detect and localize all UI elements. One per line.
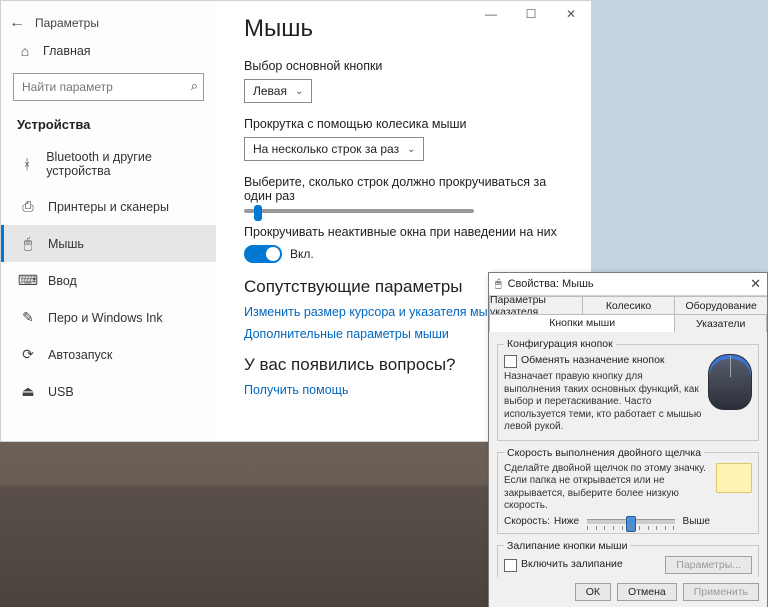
sidebar-item-autoplay[interactable]: ⟳ Автозапуск [1,336,216,373]
window-title: Параметры [35,16,99,30]
tab-buttons[interactable]: Кнопки мыши [489,314,674,332]
group-doubleclick-speed: Скорость выполнения двойного щелчка Сдел… [497,447,759,534]
sidebar-item-label: Принтеры и сканеры [48,200,169,214]
home-label: Главная [43,44,91,58]
sidebar-item-usb[interactable]: ⏏ USB [1,373,216,410]
speed-fast-label: Выше [683,516,710,527]
doubleclick-desc: Сделайте двойной щелчок по этому значку.… [504,463,710,513]
primary-button-value: Левая [253,84,287,98]
sidebar-item-label: Ввод [48,274,77,288]
sidebar-item-label: Bluetooth и другие устройства [46,150,200,178]
sidebar-item-bluetooth[interactable]: ᚼ Bluetooth и другие устройства [1,140,216,188]
bluetooth-icon: ᚼ [20,156,34,172]
checkbox-box [504,355,517,368]
doubleclick-speed-row: Скорость: Ниже Выше [504,516,710,527]
chevron-down-icon: ⌄ [295,86,303,97]
primary-button-dropdown[interactable]: Левая ⌄ [244,79,312,103]
back-icon[interactable]: ← [9,15,25,31]
tab-pointers[interactable]: Указатели [674,314,767,332]
group-button-config-legend: Конфигурация кнопок [504,338,616,350]
close-button[interactable]: ✕ [551,1,591,27]
speed-label: Скорость: [504,516,550,527]
checkbox-box [504,559,517,572]
wheel-scroll-dropdown[interactable]: На несколько строк за раз ⌄ [244,137,424,161]
sidebar-item-mouse[interactable]: 🖱 Мышь [1,225,216,262]
home-row[interactable]: ⌂ Главная [1,37,216,65]
close-button[interactable]: ✕ [750,276,761,292]
apply-button[interactable]: Применить [683,583,759,601]
folder-test-icon[interactable] [716,463,752,493]
dialog-title: Свойства: Мышь [508,278,594,290]
inactive-scroll-label: Прокручивать неактивные окна при наведен… [244,225,569,239]
lines-per-scroll-label: Выберите, сколько строк должно прокручив… [244,175,569,203]
checkbox-clicklock-label: Включить залипание [521,558,623,570]
desktop-background: ← Параметры ⌂ Главная ⌕ Устройства ᚼ Blu… [0,0,768,607]
checkbox-clicklock[interactable]: Включить залипание [504,558,623,572]
inactive-scroll-toggle[interactable] [244,245,282,263]
sidebar-item-label: USB [48,385,74,399]
search-wrap: ⌕ [13,73,204,101]
sidebar-item-pen[interactable]: ✎ Перо и Windows Ink [1,299,216,336]
pen-icon: ✎ [20,309,36,326]
tab-hardware[interactable]: Оборудование [674,296,767,314]
window-controls: — ☐ ✕ [471,1,591,27]
keyboard-icon: ⌨ [20,272,36,289]
toggle-state-label: Вкл. [290,247,314,261]
settings-titlebar: ← Параметры [1,9,216,37]
ok-button[interactable]: ОК [575,583,611,601]
speed-slow-label: Ниже [554,516,579,527]
search-input[interactable] [13,73,204,101]
category-heading: Устройства [1,113,216,140]
wheel-scroll-value: На несколько строк за раз [253,142,399,156]
tab-wheel[interactable]: Колесико [582,296,675,314]
home-icon: ⌂ [17,43,33,59]
lines-slider-thumb[interactable] [254,205,262,221]
cancel-button[interactable]: Отмена [617,583,677,601]
mouse-icon: 🖱 [20,235,36,252]
minimize-button[interactable]: — [471,1,511,27]
sidebar-item-typing[interactable]: ⌨ Ввод [1,262,216,299]
maximize-button[interactable]: ☐ [511,1,551,27]
sidebar-item-label: Перо и Windows Ink [48,311,163,325]
sidebar-item-printers[interactable]: ⎙ Принтеры и сканеры [1,188,216,225]
usb-icon: ⏏ [20,383,36,400]
dialog-tabs: Параметры указателя Колесико Оборудовани… [489,296,767,332]
wheel-scroll-label: Прокрутка с помощью колесика мыши [244,117,569,131]
mouse-icon: 🖱 [495,278,502,291]
toggle-knob [266,247,280,261]
lines-slider[interactable] [244,209,474,213]
chevron-down-icon: ⌄ [407,144,415,155]
printer-icon: ⎙ [20,198,36,215]
autoplay-icon: ⟳ [20,346,36,363]
group-button-config: Конфигурация кнопок Обменять назначение … [497,338,759,441]
checkbox-swap-buttons[interactable]: Обменять назначение кнопок [504,354,702,368]
tab-pointer-options[interactable]: Параметры указателя [489,296,582,314]
dialog-body: Конфигурация кнопок Обменять назначение … [489,332,767,577]
group-doubleclick-legend: Скорость выполнения двойного щелчка [504,447,704,459]
checkbox-swap-label: Обменять назначение кнопок [521,354,665,366]
sidebar-item-label: Мышь [48,237,84,251]
inactive-scroll-toggle-row: Вкл. [244,245,569,263]
doubleclick-slider[interactable] [587,519,675,524]
dialog-buttons: ОК Отмена Применить [489,577,767,607]
sidebar-item-label: Автозапуск [48,348,112,362]
clicklock-params-button: Параметры... [665,556,752,574]
mouse-image [708,354,752,410]
settings-sidebar: ← Параметры ⌂ Главная ⌕ Устройства ᚼ Blu… [1,1,216,441]
mouse-properties-dialog: 🖱 Свойства: Мышь ✕ Параметры указателя К… [488,272,768,607]
search-icon: ⌕ [191,78,198,94]
group-clicklock-legend: Залипание кнопки мыши [504,540,630,552]
group-clicklock: Залипание кнопки мыши Включить залипание… [497,540,759,578]
swap-buttons-desc: Назначает правую кнопку для выполнения т… [504,371,702,434]
primary-button-label: Выбор основной кнопки [244,59,569,73]
